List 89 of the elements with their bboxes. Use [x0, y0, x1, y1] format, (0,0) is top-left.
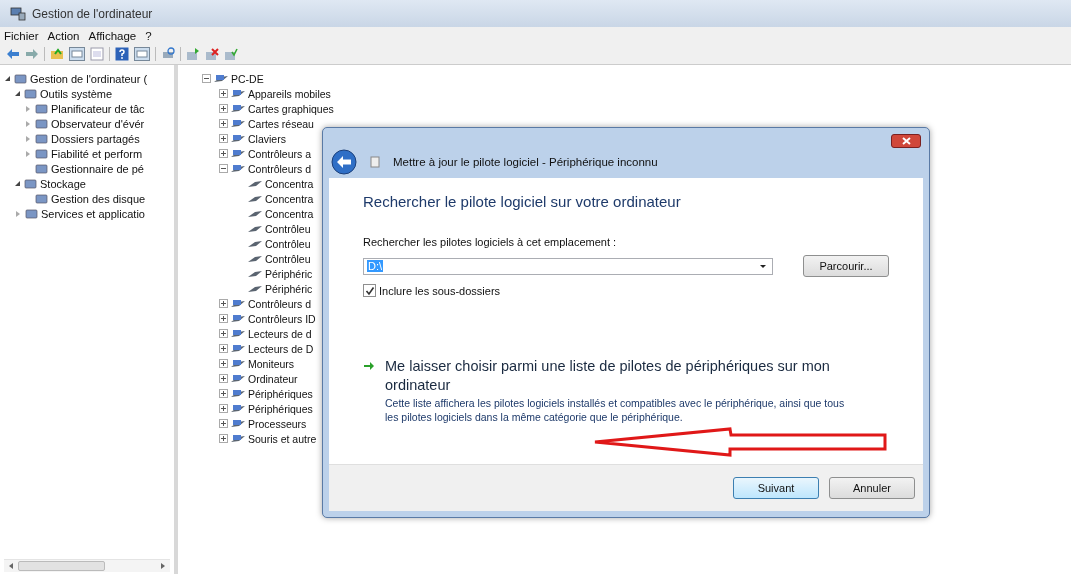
arrow-right-icon: [363, 361, 375, 371]
expand-box-icon[interactable]: [219, 374, 228, 383]
window-title: Gestion de l'ordinateur: [32, 6, 153, 21]
tree-item[interactable]: Services et applicatio: [41, 207, 145, 220]
node-icon: [24, 87, 37, 100]
expand-box-icon[interactable]: [202, 74, 211, 83]
tree-item[interactable]: Concentra: [265, 192, 314, 205]
tree-item[interactable]: Contrôleu: [265, 237, 311, 250]
expand-box-icon[interactable]: [219, 89, 228, 98]
expand-box-icon[interactable]: [219, 389, 228, 398]
tree-item[interactable]: Concentra: [265, 177, 314, 190]
tree-item[interactable]: Gestion de l'ordinateur (: [30, 72, 148, 85]
expand-box-icon[interactable]: [219, 359, 228, 368]
dropdown-caret-icon[interactable]: [760, 264, 766, 268]
tree-item[interactable]: Gestion des disque: [51, 192, 146, 205]
tree-item[interactable]: Ordinateur: [248, 372, 298, 385]
dialog-button[interactable]: Suivant: [733, 477, 819, 499]
expand-box-icon[interactable]: [219, 299, 228, 308]
tree-item[interactable]: Claviers: [248, 132, 286, 145]
expand-box-icon[interactable]: [219, 434, 228, 443]
tree-item[interactable]: Périphéric: [265, 267, 313, 280]
tree-item[interactable]: Périphériques: [248, 402, 313, 415]
computer-icon: [10, 6, 26, 21]
menu-item[interactable]: Fichier: [4, 29, 39, 42]
option-link[interactable]: Me laisser choisir parmi une liste de pilotes de périphériques sur mon ordinateur: [385, 357, 855, 395]
checkbox[interactable]: [363, 284, 376, 297]
dialog-heading: Rechercher le pilote logiciel sur votre ordinateur: [363, 193, 682, 210]
expand-box-icon[interactable]: [219, 164, 228, 173]
expand-box-icon[interactable]: [219, 404, 228, 413]
location-label: Rechercher les pilotes logiciels à cet emplacement :: [363, 236, 618, 248]
tree-item[interactable]: Périphériques: [248, 387, 313, 400]
tree-item[interactable]: Lecteurs de d: [248, 327, 312, 340]
menu-item[interactable]: Action: [47, 29, 80, 42]
back-button-icon[interactable]: [331, 149, 357, 175]
option-description: Cette liste affichera les pilotes logiciels installés et compatibles avec le périphérique, ainsi que tous les pilotes logiciels dans la même catégorie que le périphérique.: [385, 396, 846, 424]
tree-item[interactable]: Cartes graphiques: [248, 102, 334, 115]
browse-button[interactable]: Parcourir...: [803, 255, 889, 277]
dialog-button[interactable]: Annuler: [829, 477, 915, 499]
folder-up-icon[interactable]: [50, 47, 64, 61]
node-icon: [35, 132, 48, 145]
node-icon: [24, 177, 37, 190]
tree-item[interactable]: Contrôleurs d: [248, 162, 312, 175]
menu-item[interactable]: ?: [145, 29, 152, 42]
tree-item[interactable]: Contrôleurs a: [248, 147, 312, 160]
tree-item[interactable]: Périphéric: [265, 282, 313, 295]
menu-item[interactable]: Affichage: [88, 29, 137, 42]
expand-box-icon[interactable]: [219, 329, 228, 338]
tree-item[interactable]: Contrôleurs d: [248, 297, 312, 310]
tree-item[interactable]: Contrôleu: [265, 222, 311, 235]
expand-box-icon[interactable]: [219, 314, 228, 323]
expand-box-icon[interactable]: [219, 149, 228, 158]
tree-item[interactable]: Cartes réseau: [248, 117, 314, 130]
node-icon: [35, 192, 48, 205]
tree-item[interactable]: Outils système: [40, 87, 113, 100]
node-icon: [35, 102, 48, 115]
tree-item[interactable]: Souris et autre: [248, 432, 317, 445]
help-icon[interactable]: [115, 47, 129, 61]
expand-box-icon[interactable]: [219, 104, 228, 113]
expand-box-icon[interactable]: [219, 344, 228, 353]
tree-item[interactable]: Observateur d'évér: [51, 117, 145, 130]
tree-item[interactable]: Contrôleu: [265, 252, 311, 265]
pane-icon[interactable]: [69, 47, 85, 61]
expand-box-icon[interactable]: [219, 119, 228, 128]
tree-item[interactable]: Processeurs: [248, 417, 307, 430]
tree-item[interactable]: Dossiers partagés: [51, 132, 140, 145]
tree-item[interactable]: Planificateur de tâc: [51, 102, 145, 115]
checkbox-label: Inclure les sous-dossiers: [379, 284, 501, 297]
tree-item[interactable]: Moniteurs: [248, 357, 295, 370]
node-icon: [35, 162, 48, 175]
tree-item[interactable]: Contrôleurs ID: [248, 312, 316, 325]
node-icon: [35, 147, 48, 160]
node-icon: [35, 117, 48, 130]
horizontal-scrollbar[interactable]: [4, 559, 170, 572]
tree-item[interactable]: Stockage: [40, 177, 86, 190]
back-arrow-icon[interactable]: [6, 48, 20, 60]
dialog-title: Mettre à jour le pilote logiciel - Périphérique inconnu: [393, 156, 658, 168]
node-icon: [25, 207, 38, 220]
close-icon: [901, 137, 911, 145]
tree-item[interactable]: PC-DE: [231, 72, 264, 85]
expand-box-icon[interactable]: [219, 134, 228, 143]
tree-item[interactable]: Concentra: [265, 207, 314, 220]
pane-icon[interactable]: [134, 47, 150, 61]
expand-box-icon[interactable]: [219, 419, 228, 428]
tree-item[interactable]: Appareils mobiles: [248, 87, 331, 100]
tree-item[interactable]: Lecteurs de D: [248, 342, 314, 355]
tree-item[interactable]: Fiabilité et perform: [51, 147, 143, 160]
node-icon: [14, 72, 27, 85]
close-button[interactable]: [891, 134, 921, 148]
tree-item[interactable]: Gestionnaire de pé: [51, 162, 144, 175]
